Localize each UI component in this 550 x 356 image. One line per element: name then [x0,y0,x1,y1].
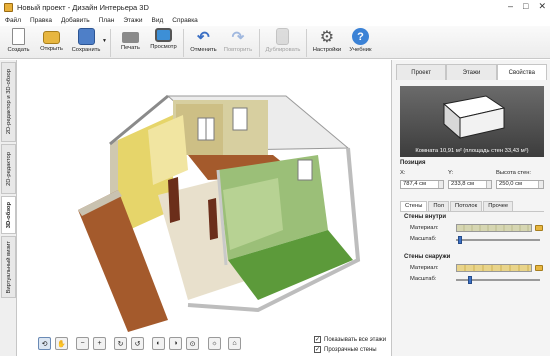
gear-icon: ⚙ [319,28,335,46]
orbit-alt-icon[interactable]: ↺ [131,337,144,350]
checkbox-checked-icon: ✓ [314,346,321,353]
minimize-button[interactable]: – [508,1,513,12]
title-bar: Новый проект - Дизайн Интерьера 3D – □ ✕ [0,0,550,14]
position-title: Позиция [400,160,426,166]
print-button[interactable]: Печать [114,26,147,59]
room-caption: Комната 10,91 м² (площадь стен 33,43 м²) [415,148,529,154]
x-input[interactable]: 787,4 см [400,180,444,189]
subtab-walls[interactable]: Стены [400,201,428,211]
menu-plan[interactable]: План [99,17,115,24]
tab-project[interactable]: Проект [396,64,447,80]
open-button[interactable]: Открыть [35,26,68,59]
menu-file[interactable]: Файл [5,17,21,24]
panel-tabs: Проект Этажи Свойства [396,64,547,80]
transparent-walls-checkbox[interactable]: ✓ Прозрачные стены [314,346,377,353]
inner-walls-title: Стены внутри [404,214,447,220]
subtab-floor[interactable]: Пол [428,201,450,211]
duplicate-icon [276,28,290,45]
room-box-icon [442,95,506,140]
view-mode-tabs: 2D-редактор и 3D-обзор 2D-редактор 3D-об… [0,60,17,356]
subtab-ceiling[interactable]: Потолок [450,201,483,211]
menu-floors[interactable]: Этажи [123,17,142,24]
tab-virtual-visit[interactable]: Виртуальный визит [1,236,16,298]
toolbar-separator [258,29,260,57]
tab-2d-and-3d[interactable]: 2D-редактор и 3D-обзор [1,62,16,142]
inner-scale-label: Масштаб: [410,236,437,242]
create-button[interactable]: Создать [2,26,35,59]
inner-scale-thumb[interactable] [458,236,462,244]
floppy-icon [77,28,95,45]
duplicate-button[interactable]: Дублировать [263,26,303,59]
apartment-3d-model[interactable] [18,60,390,332]
zoom-out-icon[interactable]: − [76,337,89,350]
inner-material-label: Материал: [410,225,439,231]
menu-bar: Файл Правка Добавить План Этажи Вид Спра… [0,14,550,26]
y-input[interactable]: 233,8 см [448,180,492,189]
close-button[interactable]: ✕ [538,1,546,12]
home-icon[interactable]: ⌂ [228,337,241,350]
subtab-other[interactable]: Прочее [483,201,514,211]
toolbar-separator [182,29,184,57]
inner-material-swatch[interactable] [456,224,532,232]
spin-arrows-icon[interactable] [486,181,491,188]
inner-scale-slider[interactable] [456,239,540,241]
eye-level-icon[interactable]: ◐ [152,337,165,350]
inner-material-folder-icon[interactable] [535,225,543,231]
folder-icon [43,31,60,44]
toolbar-separator [305,29,307,57]
outer-walls-title: Стены снаружи [404,254,451,260]
checkbox-checked-icon: ✓ [314,336,321,343]
eye-down-icon[interactable]: ◑ [169,337,182,350]
tab-floors[interactable]: Этажи [446,64,497,80]
menu-help[interactable]: Справка [172,17,198,24]
monitor-icon [154,28,172,42]
outer-material-swatch[interactable] [456,264,532,272]
zoom-in-icon[interactable]: + [93,337,106,350]
tab-3d-view[interactable]: 3D-обзор [1,196,16,234]
show-all-floors-checkbox[interactable]: ✓ Показывать все этажи [314,336,386,343]
spin-arrows-icon[interactable] [538,181,543,188]
hand-icon[interactable]: ✋ [55,337,68,350]
tab-properties[interactable]: Свойства [496,64,547,80]
tutorial-button[interactable]: ? Учебник [344,26,377,59]
spin-arrows-icon[interactable] [438,181,443,188]
orbit-icon[interactable]: ↻ [114,337,127,350]
save-button[interactable]: Сохранить [68,26,104,59]
maximize-button[interactable]: □ [523,1,528,12]
undo-button[interactable]: ↶ Отменить [187,26,220,59]
printer-icon [121,32,139,43]
y-label: Y: [448,170,454,176]
app-icon [4,2,13,12]
redo-icon: ↷ [231,28,245,46]
toolbar: Создать Открыть Сохранить ▼ Печать Просм… [0,26,550,59]
wall-height-input[interactable]: 250,0 см [496,180,544,189]
wall-height-label: Высота стен: [496,170,532,176]
rotate-icon[interactable]: ⟲ [38,337,51,350]
preview-button[interactable]: Просмотр [147,26,180,59]
help-icon: ? [351,28,369,45]
room-subtabs: Стены Пол Потолок Прочее [400,201,544,212]
menu-add[interactable]: Добавить [61,17,90,24]
menu-edit[interactable]: Правка [30,17,52,24]
outer-material-label: Материал: [410,265,439,271]
toolbar-separator [109,29,111,57]
save-dropdown-icon[interactable]: ▼ [102,38,107,44]
settings-button[interactable]: ⚙ Настройки [310,26,344,59]
tab-2d-editor[interactable]: 2D-редактор [1,144,16,194]
room-preview: Комната 10,91 м² (площадь стен 33,43 м²) [400,86,544,157]
redo-button[interactable]: ↷ Повторить [220,26,256,59]
outer-scale-thumb[interactable] [468,276,472,284]
outer-scale-label: Масштаб: [410,276,437,282]
properties-panel: Проект Этажи Свойства Комната 10,91 м² (… [391,60,550,356]
menu-view[interactable]: Вид [152,17,164,24]
x-label: X: [400,170,406,176]
lamp-icon[interactable]: ☼ [208,337,221,350]
window-title: Новый проект - Дизайн Интерьера 3D [17,2,149,12]
new-file-icon [12,28,25,45]
tilt-icon[interactable]: ⊙ [186,337,199,350]
undo-icon: ↶ [197,28,210,46]
view-controls: ⟲ ✋ − + ↻ ↺ ◐ ◑ ⊙ ☼ ⌂ ✓ Показывать все э… [18,332,390,356]
3d-viewport[interactable] [18,60,390,356]
outer-material-folder-icon[interactable] [535,265,543,271]
